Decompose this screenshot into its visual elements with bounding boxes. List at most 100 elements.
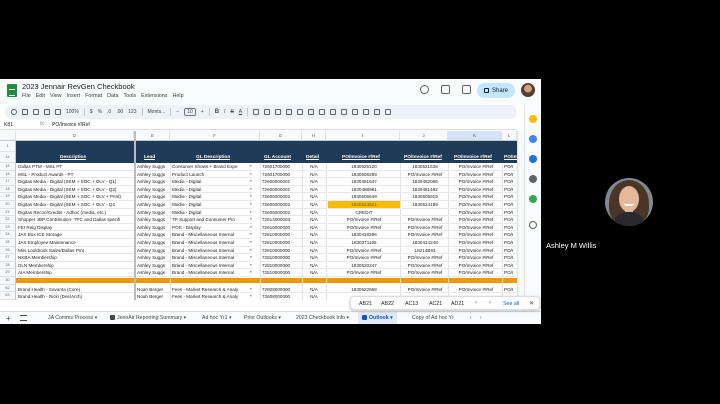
dropdown-chevron-icon[interactable]: ▾ xyxy=(250,171,254,179)
table-cell-gl[interactable]: 72608000000 xyxy=(262,293,302,300)
table-cell-po2[interactable]: PO/Invoice #/Ref xyxy=(402,224,448,232)
table-cell-desc[interactable]: Digitas Media - Digital (SEM + SOC + OLV… xyxy=(18,178,134,186)
table-cell-po3[interactable]: PO/Invoice #/Ref xyxy=(450,247,502,255)
table-cell-detail[interactable]: N/A xyxy=(302,171,326,179)
table-cell-po3[interactable]: PO/Invoice #/Ref xyxy=(450,216,502,224)
table-cell-gldesc[interactable]: POS - Display xyxy=(172,224,252,232)
table-cell-gldesc[interactable]: Consumer Shows + Brand Expe xyxy=(172,163,252,171)
fill-color-icon[interactable] xyxy=(253,109,260,115)
select-all-corner[interactable] xyxy=(0,131,16,141)
range-chip[interactable]: AD21 xyxy=(451,301,464,307)
header-po-4[interactable]: PO/Inv xyxy=(504,152,517,163)
table-cell-lead[interactable]: Noah Berger xyxy=(137,293,170,300)
row-header[interactable]: 30 xyxy=(0,277,16,285)
number-format-button[interactable]: 123 xyxy=(128,109,136,115)
table-cell-po1[interactable]: CREDIT xyxy=(328,209,400,217)
contacts-icon[interactable] xyxy=(529,175,537,183)
zoom-select[interactable]: 100% xyxy=(66,109,79,115)
header-po-1[interactable]: PO/Invoice #/Ref xyxy=(342,152,380,163)
table-cell-gl[interactable]: 72616000000 xyxy=(262,224,302,232)
chevron-right-icon[interactable]: › xyxy=(489,300,491,306)
vertical-scrollbar[interactable] xyxy=(517,131,524,300)
column-header-i[interactable]: I xyxy=(326,131,400,141)
table-cell-detail[interactable]: N/A xyxy=(302,163,326,171)
table-cell-gl[interactable]: 72810000000 xyxy=(262,269,302,277)
table-cell-po4[interactable]: PO/I xyxy=(504,201,517,209)
header-lead[interactable]: Lead xyxy=(144,152,155,163)
comments-icon[interactable] xyxy=(441,85,450,94)
table-cell-po4[interactable]: PO/I xyxy=(504,193,517,201)
table-cell-po2[interactable]: 18214B93 xyxy=(402,247,448,255)
menu-tools[interactable]: Tools xyxy=(124,93,137,99)
table-cell-po2[interactable]: PO/Invoice #/Ref xyxy=(402,262,448,270)
menu-view[interactable]: View xyxy=(50,93,62,99)
table-cell-gl[interactable]: 72614000003 xyxy=(262,216,302,224)
add-on-plus-icon[interactable] xyxy=(529,221,537,229)
filter-icon[interactable] xyxy=(363,109,370,115)
table-cell-desc[interactable]: JAX Employee Maintenance xyxy=(18,239,134,247)
table-cell-desc[interactable]: MSL - Product Awards - PT xyxy=(18,171,134,179)
table-cell-po4[interactable]: PO/I xyxy=(504,247,517,255)
table-cell-po1[interactable]: 1830525120 xyxy=(328,163,400,171)
table-cell-detail[interactable]: N/A xyxy=(302,193,326,201)
table-cell-po3[interactable]: PO/Invoice #/Ref xyxy=(450,286,502,294)
dropdown-chevron-icon[interactable]: ▾ xyxy=(250,262,254,270)
table-cell-desc[interactable]: Shopper JBP Contribution- TPC and Dallas… xyxy=(18,216,134,224)
tabs-scroll-left-icon[interactable]: ‹ xyxy=(470,315,472,321)
row-header[interactable]: 15 xyxy=(0,163,16,171)
table-cell-po3[interactable]: PO/Invoice #/Ref xyxy=(450,186,502,194)
font-select[interactable]: Monts... xyxy=(148,109,166,115)
row-header[interactable]: 26 xyxy=(0,246,16,255)
paint-format-icon[interactable] xyxy=(55,109,61,115)
table-cell-lead[interactable]: Ashley Suggs xyxy=(137,193,170,201)
table-cell-po3[interactable]: PO/Invoice #/Ref xyxy=(450,231,502,239)
table-cell-gl[interactable]: 72810000000 xyxy=(262,254,302,262)
column-header-h[interactable]: H xyxy=(302,131,326,141)
table-cell-lead[interactable]: Ashley Suggs xyxy=(137,269,170,277)
row-header[interactable]: 25 xyxy=(0,239,16,247)
table-cell-po3[interactable]: PO/Invoice #/Ref xyxy=(450,224,502,232)
table-cell-po4[interactable]: PO/I xyxy=(504,231,517,239)
table-cell-gl[interactable]: 72810000000 xyxy=(262,239,302,247)
dropdown-chevron-icon[interactable]: ▾ xyxy=(250,247,254,255)
table-cell-lead[interactable]: Ashley Suggs xyxy=(137,247,170,255)
column-header-e[interactable]: E xyxy=(136,131,170,141)
table-cell-gl[interactable]: 72606000002 xyxy=(262,201,302,209)
table-cell-po4[interactable]: PO/I xyxy=(504,224,517,232)
dropdown-chevron-icon[interactable]: ▾ xyxy=(250,254,254,262)
menu-file[interactable]: File xyxy=(22,93,31,99)
table-cell-lead[interactable]: Ashley Suggs xyxy=(137,201,170,209)
column-header-k[interactable]: K xyxy=(448,131,502,141)
table-cell-po4[interactable]: PO/I xyxy=(504,209,517,217)
insert-chart-icon[interactable] xyxy=(352,109,359,115)
table-cell-gldesc[interactable]: TP Support and Consumer Pro xyxy=(172,216,252,224)
table-cell-detail[interactable]: N/A xyxy=(302,247,326,255)
table-cell-desc[interactable]: Brand Health - Ricki (Des/Arch) xyxy=(18,293,134,300)
dropdown-chevron-icon[interactable]: ▾ xyxy=(250,201,254,209)
table-cell-gldesc[interactable]: Product Launch xyxy=(172,171,252,179)
history-icon[interactable] xyxy=(420,85,429,94)
table-cell-desc[interactable]: Brand Health - Savanta (Core) xyxy=(18,286,134,294)
table-cell-po2[interactable]: PO/Invoice #/Ref xyxy=(402,231,448,239)
table-cell-lead[interactable]: Ashley Suggs xyxy=(137,171,170,179)
table-cell-desc[interactable]: DLN Membership xyxy=(18,262,134,270)
row-header[interactable]: 17 xyxy=(0,178,16,186)
table-cell-desc[interactable]: JAX Box ICE Storage xyxy=(18,231,134,239)
table-cell-gl[interactable]: 72606000002 xyxy=(262,186,302,194)
row-header[interactable]: 19 xyxy=(0,193,16,201)
column-header-f[interactable]: F xyxy=(170,131,260,141)
table-cell-desc[interactable]: AIA Membership xyxy=(18,269,134,277)
name-box[interactable]: K81 xyxy=(4,122,13,128)
table-cell-desc[interactable]: Dallas PTM - MSL PT xyxy=(18,163,134,171)
table-cell-po4[interactable]: PO/I xyxy=(504,262,517,270)
row-header[interactable]: 1 xyxy=(0,141,16,152)
table-cell-gl[interactable]: 72810000000 xyxy=(262,247,302,255)
dropdown-chevron-icon[interactable]: ▾ xyxy=(250,193,254,201)
table-cell-desc[interactable]: Digitas Media - Digital (SEM + SOC + OLV… xyxy=(18,186,134,194)
table-cell-po1[interactable]: PO/Invoice #/Ref xyxy=(328,216,400,224)
table-cell-po1[interactable]: 1830522668 xyxy=(328,286,400,294)
column-header-d[interactable]: D xyxy=(16,131,134,141)
table-cell-gldesc[interactable]: Brand - Miscellaneous Internal xyxy=(172,262,252,270)
table-cell-po4[interactable]: PO/I xyxy=(504,286,517,294)
menu-format[interactable]: Format xyxy=(85,93,102,99)
